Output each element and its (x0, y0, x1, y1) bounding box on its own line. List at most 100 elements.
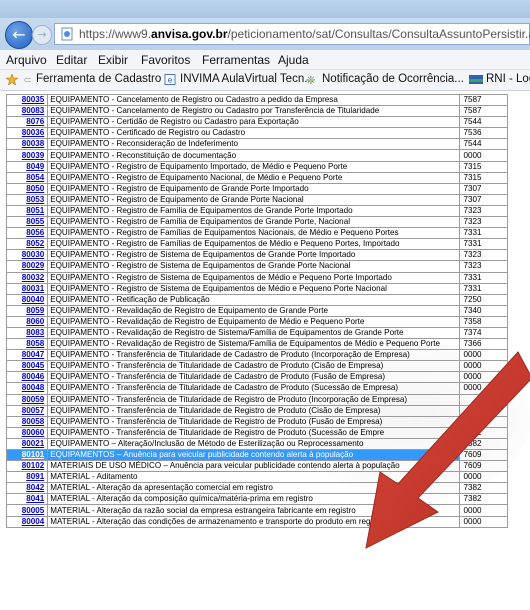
subject-description: EQUIPAMENTO - Registro de Equipamento Im… (47, 160, 460, 173)
forward-icon[interactable]: → (32, 25, 52, 45)
fee-code (458, 393, 509, 406)
subject-code-link[interactable]: 80057 (5, 404, 49, 417)
subject-description: EQUIPAMENTO - Cancelamento de Registro o… (47, 105, 460, 118)
fee-code: 7382 (458, 493, 509, 506)
table-row: 8058 EQUIPAMENTO - Revalidação de Registr… (5, 338, 509, 351)
subject-code-link[interactable]: 8055 (5, 216, 49, 229)
table-row: 80046 EQUIPAMENTO - Transferência de Titu… (5, 371, 509, 384)
subject-code-link[interactable]: 8050 (5, 182, 49, 195)
favorites-icon[interactable] (6, 74, 18, 85)
subject-code-link[interactable]: 80045 (5, 360, 49, 373)
subject-description: EQUIPAMENTO - Transferência de Titularid… (47, 393, 460, 406)
results-table-wrap: 80035 EQUIPAMENTO - Cancelamento de Regis… (5, 93, 526, 528)
subject-code-link[interactable]: 80101 (5, 448, 49, 462)
fav-ferramenta-cadastro[interactable]: Ferramenta de Cadastro (36, 73, 161, 85)
menu-ferramentas[interactable]: Ferramentas (202, 53, 270, 67)
fee-code: 7323 (458, 249, 509, 262)
subject-code-link[interactable]: 80005 (5, 504, 49, 517)
subject-code-link[interactable]: 8056 (5, 227, 49, 240)
subject-code-link[interactable]: 80032 (5, 271, 49, 284)
fee-code: 0000 (458, 382, 509, 395)
subject-code-link[interactable]: 80038 (5, 138, 49, 151)
subject-description: EQUIPAMENTO - Registro de Equipamento de… (47, 182, 460, 195)
subject-code-link[interactable]: 80035 (5, 93, 49, 107)
subject-code-link[interactable]: 80048 (5, 382, 49, 395)
subject-code-link[interactable]: 80060 (5, 426, 49, 439)
subject-code-link[interactable]: 8059 (5, 304, 49, 317)
subject-code-link[interactable]: 8052 (5, 238, 49, 251)
subject-code-link[interactable]: 80083 (5, 105, 49, 118)
fee-code: 7374 (458, 326, 509, 340)
subject-code-link[interactable]: 80040 (5, 293, 49, 306)
menu-ajuda[interactable]: Ajuda (278, 53, 309, 67)
notification-icon: ❈ (306, 75, 316, 87)
subject-description: EQUIPAMENTO – Alteração/Inclusão de Méto… (47, 437, 460, 451)
subject-description: EQUIPAMENTO - Transferência de Titularid… (47, 426, 460, 439)
subject-code-link[interactable]: 8083 (5, 326, 49, 340)
fav-invima[interactable]: INVIMA AulaVirtual Tecn... (180, 73, 314, 85)
subject-code-link[interactable]: 80030 (5, 249, 49, 262)
subject-code-link[interactable]: 80029 (5, 260, 49, 273)
menu-exibir[interactable]: Exibir (98, 53, 128, 67)
table-row: 8055 EQUIPAMENTO - Registro de Família de… (5, 216, 509, 229)
subject-code-link[interactable]: 80102 (5, 460, 49, 473)
menu-editar[interactable]: Editar (56, 53, 87, 67)
fav-rni-login[interactable]: RNI - Login (486, 73, 530, 85)
subject-code-link[interactable]: 8058 (5, 338, 49, 351)
fav-notificacao[interactable]: Notificação de Ocorrência... (322, 73, 464, 85)
table-row: 8076 EQUIPAMENTO - Certidão de Registro o… (5, 116, 509, 129)
web-slice-icon[interactable]: ⸦ (22, 73, 34, 88)
table-row: 80101 EQUIPAMENTOS – Anuência para veicul… (5, 448, 509, 462)
fee-code: 7587 (458, 105, 509, 118)
subject-code-link[interactable]: 80036 (5, 127, 49, 140)
subject-description: EQUIPAMENTO - Reconstituição de document… (47, 149, 460, 162)
fee-code: 7609 (458, 448, 509, 462)
url-domain: anvisa.gov.br (151, 27, 228, 41)
table-row: 8060 EQUIPAMENTO - Revalidação de Registr… (5, 315, 509, 328)
address-url: https://www9.anvisa.gov.br/peticionament… (79, 27, 530, 41)
subject-code-link[interactable]: 8049 (5, 160, 49, 173)
rni-icon (469, 75, 483, 84)
back-icon[interactable]: ← (5, 21, 33, 49)
subject-code-link[interactable]: 8042 (5, 482, 49, 495)
table-row: 8052 EQUIPAMENTO - Registro de Famílias d… (5, 238, 509, 251)
subject-code-link[interactable]: 8054 (5, 171, 49, 184)
subject-code-link[interactable]: 80031 (5, 282, 49, 295)
fee-code: 7323 (458, 204, 509, 218)
url-prefix: https://www9. (79, 27, 152, 41)
subject-code-link[interactable]: 80058 (5, 415, 49, 428)
subject-description: EQUIPAMENTO - Revalidação de Registro de… (47, 338, 460, 351)
subject-code-link[interactable]: 80046 (5, 371, 49, 384)
subject-description: EQUIPAMENTO - Registro de Sistema de Equ… (47, 260, 460, 273)
fee-code: 0000 (458, 471, 509, 484)
subject-code-link[interactable]: 80047 (5, 349, 49, 362)
fee-code: 7331 (458, 271, 509, 284)
subject-description: MATERIAL - Alteração das condições de ar… (47, 515, 460, 528)
fee-code: 7331 (458, 282, 509, 295)
table-row: 80083 EQUIPAMENTO - Cancelamento de Regis… (5, 105, 509, 118)
address-bar[interactable]: https://www9.anvisa.gov.br/peticionament… (54, 23, 530, 45)
subject-code-link[interactable]: 8041 (5, 493, 49, 506)
table-row: 80060 EQUIPAMENTO - Transferência de Titu… (5, 426, 509, 439)
subject-description: EQUIPAMENTO - Registro de Equipamento de… (47, 193, 460, 206)
subject-code-link[interactable]: 8060 (5, 315, 49, 328)
table-row: 80059 EQUIPAMENTO - Transferência de Titu… (5, 393, 509, 406)
subject-code-link[interactable]: 80059 (5, 393, 49, 406)
table-row: 8051 EQUIPAMENTO - Registro de Família de… (5, 204, 509, 218)
table-row: 8091 MATERIAL - Aditamento 0000 (5, 471, 509, 484)
subject-code-link[interactable]: 8053 (5, 193, 49, 206)
menu-favoritos[interactable]: Favoritos (141, 53, 190, 67)
subject-code-link[interactable]: 8051 (5, 204, 49, 218)
subject-code-link[interactable]: 80039 (5, 149, 49, 162)
svg-text:e: e (168, 76, 173, 85)
subject-code-link[interactable]: 8091 (5, 471, 49, 484)
subject-code-link[interactable]: 80004 (5, 515, 49, 528)
table-row: 8083 EQUIPAMENTO - Revalidação de Registr… (5, 326, 509, 340)
table-row: 8050 EQUIPAMENTO - Registro de Equipament… (5, 182, 509, 195)
subject-description: EQUIPAMENTO - Registro de Famílias de Eq… (47, 227, 460, 240)
menu-arquivo[interactable]: Arquivo (6, 53, 47, 67)
subject-code-link[interactable]: 80021 (5, 437, 49, 451)
subject-code-link[interactable]: 8076 (5, 116, 49, 129)
table-row: 80057 EQUIPAMENTO - Transferência de Titu… (5, 404, 509, 417)
fee-code (458, 404, 509, 417)
